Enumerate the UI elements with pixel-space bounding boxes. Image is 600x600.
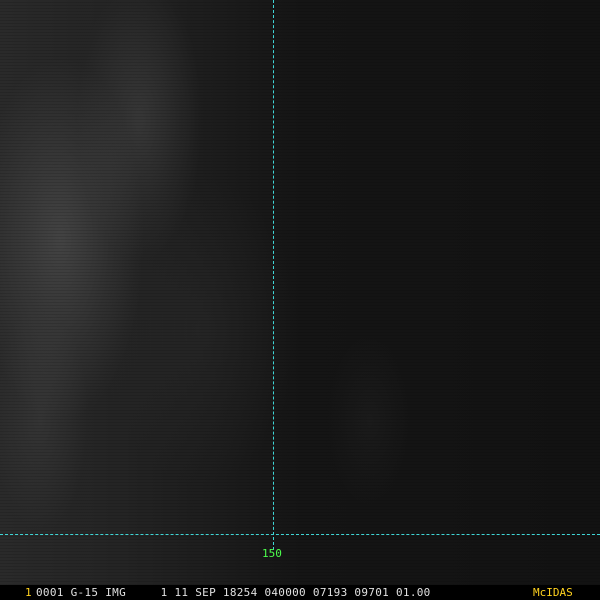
frame-number: 1 bbox=[25, 586, 32, 599]
mcidas-display: 150 1 0001 G-15 IMG 1 11 SEP 18254 04000… bbox=[0, 0, 600, 600]
longitude-label: 150 bbox=[262, 547, 282, 560]
latitude-grid-line bbox=[0, 534, 600, 535]
mcidas-logo: McIDAS bbox=[533, 586, 573, 599]
longitude-grid-line bbox=[273, 0, 274, 550]
frame-info-text: 0001 G-15 IMG 1 11 SEP 18254 040000 0719… bbox=[36, 586, 431, 599]
satellite-image[interactable] bbox=[0, 0, 600, 585]
